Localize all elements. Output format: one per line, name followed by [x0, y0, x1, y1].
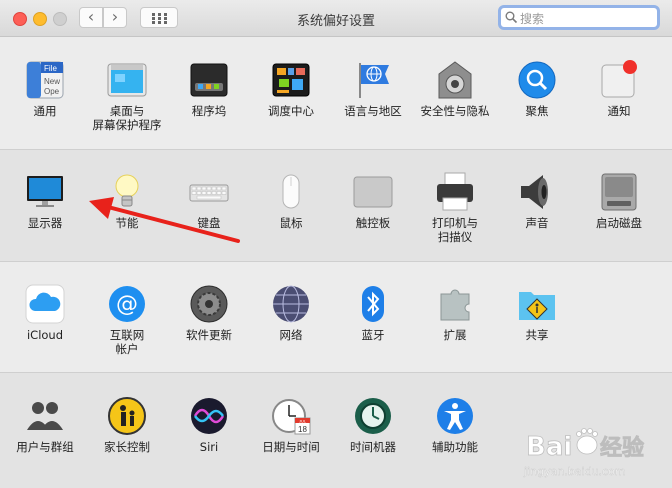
watermark-brand-suffix: 经验 [600, 435, 644, 461]
system-preferences-window: ‹ › 系统偏好设置 搜索 File New Ope 通用 桌面与 屏幕保护程序… [0, 0, 672, 488]
watermark-url: jingyan.baidu.com [523, 465, 626, 478]
watermark-brand: Bai [526, 432, 572, 462]
baidu-watermark-logo: Bai 经验 jingyan.baidu.com [523, 428, 644, 478]
